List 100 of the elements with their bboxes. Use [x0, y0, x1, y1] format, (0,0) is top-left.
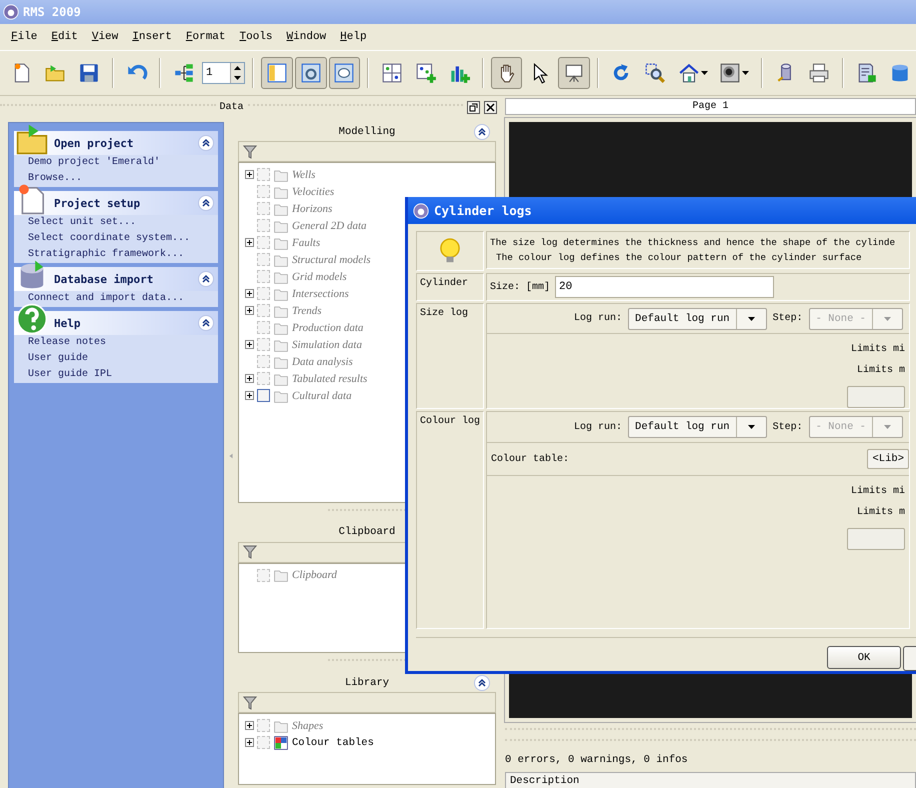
expand-icon[interactable] — [245, 340, 254, 350]
tree-item[interactable]: Production data — [292, 322, 364, 334]
grid-icon — [380, 62, 403, 84]
menu-item[interactable]: Insert — [131, 29, 173, 45]
tree-item[interactable]: Intersections — [292, 288, 349, 300]
home-icon — [678, 62, 700, 84]
expand-icon[interactable] — [245, 238, 254, 248]
expand-icon[interactable] — [245, 170, 254, 180]
dialog-button[interactable] — [903, 646, 916, 671]
save-icon — [78, 62, 100, 84]
menu-item[interactable]: Help — [339, 29, 368, 45]
expand-icon[interactable] — [245, 721, 254, 730]
tree-item[interactable]: Data analysis — [292, 356, 353, 368]
info-text: The colour log defines the colour pattern of the cylinder surface — [495, 251, 863, 265]
pane-title: Data — [220, 102, 244, 112]
checkbox[interactable] — [257, 389, 270, 402]
log-run-label: Log run: — [574, 313, 622, 324]
double-chevron-icon — [201, 198, 211, 208]
menu-item[interactable]: Format — [184, 29, 227, 45]
spin-up-icon[interactable] — [234, 66, 242, 70]
collapse-button[interactable] — [198, 271, 214, 287]
section-title: Library — [344, 676, 390, 689]
colour-table-label: Colour table: — [491, 454, 570, 464]
tree-item[interactable]: Grid models — [292, 270, 347, 283]
collapse-button[interactable] — [198, 315, 214, 331]
printer-icon — [808, 62, 830, 84]
task-group-title: Help — [54, 316, 82, 330]
task-link[interactable]: User guide IPL — [14, 367, 218, 383]
menu-item[interactable]: Edit — [50, 29, 79, 45]
library-button[interactable]: <Lib> — [867, 449, 909, 469]
tree-item[interactable]: Simulation data — [292, 338, 362, 351]
task-link[interactable]: Select coordinate system... — [14, 231, 218, 247]
dialog-title: Cylinder logs — [434, 203, 532, 218]
log-run-dropdown[interactable]: Default log run — [628, 416, 767, 438]
limits-min-label: Limits mi — [850, 486, 905, 497]
log-run-dropdown[interactable]: Default log run — [628, 308, 767, 330]
tree-item[interactable]: Faults — [292, 236, 320, 249]
caret-icon — [742, 71, 750, 75]
collapse-button[interactable] — [198, 195, 214, 211]
tree-item[interactable]: Horizons — [292, 202, 332, 215]
tree-item[interactable]: Shapes — [292, 720, 324, 732]
collapse-button[interactable] — [198, 135, 214, 151]
help-icon — [16, 303, 48, 335]
menu-item[interactable]: View — [90, 29, 120, 45]
float-button[interactable] — [467, 100, 480, 114]
folder-icon — [16, 123, 48, 155]
menu-item[interactable]: File — [10, 29, 38, 45]
task-link[interactable]: Select unit set... — [14, 215, 218, 231]
close-button[interactable] — [484, 100, 498, 114]
double-chevron-icon — [201, 274, 211, 284]
expand-icon[interactable] — [245, 391, 254, 400]
double-chevron-icon — [201, 318, 211, 328]
tree-item[interactable]: Trends — [292, 304, 322, 317]
page-tab[interactable]: Page 1 — [505, 98, 916, 115]
log-run-label: Log run: — [574, 422, 622, 432]
app-logo-icon — [413, 202, 429, 218]
tree-item[interactable]: Velocities — [292, 186, 334, 198]
tree-item[interactable]: Structural models — [292, 254, 371, 266]
caret-icon — [700, 71, 708, 75]
tree-item[interactable]: Wells — [292, 168, 316, 181]
expand-icon[interactable] — [245, 374, 254, 384]
task-link[interactable]: Stratigraphic framework... — [14, 247, 218, 263]
expand-icon[interactable] — [245, 289, 254, 298]
grid-add-icon — [414, 62, 436, 84]
caret-icon — [748, 316, 755, 320]
page-spinbox[interactable]: 1 — [202, 62, 246, 84]
tree-item[interactable]: Cultural data — [292, 390, 352, 402]
ok-button[interactable]: OK — [827, 646, 901, 669]
message-summary: 0 errors, 0 warnings, 0 infos — [505, 754, 688, 766]
task-link[interactable]: Release notes — [14, 335, 218, 351]
column-header: Description — [505, 772, 916, 788]
menu-item[interactable]: Window — [286, 29, 328, 45]
task-group-title: Database import — [54, 272, 154, 286]
collapse-button[interactable] — [474, 674, 490, 691]
filter-icon[interactable] — [243, 545, 257, 560]
tree-item[interactable]: Colour tables — [292, 736, 374, 749]
menu-item[interactable]: Tools — [238, 29, 274, 45]
side-panel-window-button[interactable] — [261, 57, 293, 89]
hand-button[interactable] — [490, 57, 522, 89]
info-text: The size log determines the thickness and hence the shape of the cylinde — [490, 236, 896, 250]
tree-item[interactable]: General 2D data — [292, 220, 367, 232]
filter-icon[interactable] — [243, 144, 257, 159]
double-chevron-icon — [477, 678, 487, 688]
size-field[interactable]: 20 — [555, 276, 774, 298]
task-link[interactable]: Connect and import data... — [14, 291, 218, 307]
task-link[interactable]: User guide — [14, 351, 218, 367]
tree-item[interactable]: Clipboard — [292, 569, 337, 582]
expand-icon[interactable] — [245, 306, 254, 316]
task-link[interactable]: Demo project 'Emerald' — [14, 155, 218, 171]
limits-min-label: Limits mi — [850, 344, 905, 355]
row-label: Cylinder — [416, 273, 484, 301]
easel-button[interactable] — [558, 57, 590, 89]
tree-item[interactable]: Tabulated results — [292, 372, 368, 385]
row-label: Colour log — [416, 411, 484, 629]
folder-icon — [273, 734, 289, 751]
step-label: Step: — [772, 422, 803, 432]
expand-icon[interactable] — [245, 738, 254, 748]
collapse-button[interactable] — [474, 124, 490, 140]
filter-icon[interactable] — [243, 696, 257, 710]
task-link[interactable]: Browse... — [14, 171, 218, 187]
